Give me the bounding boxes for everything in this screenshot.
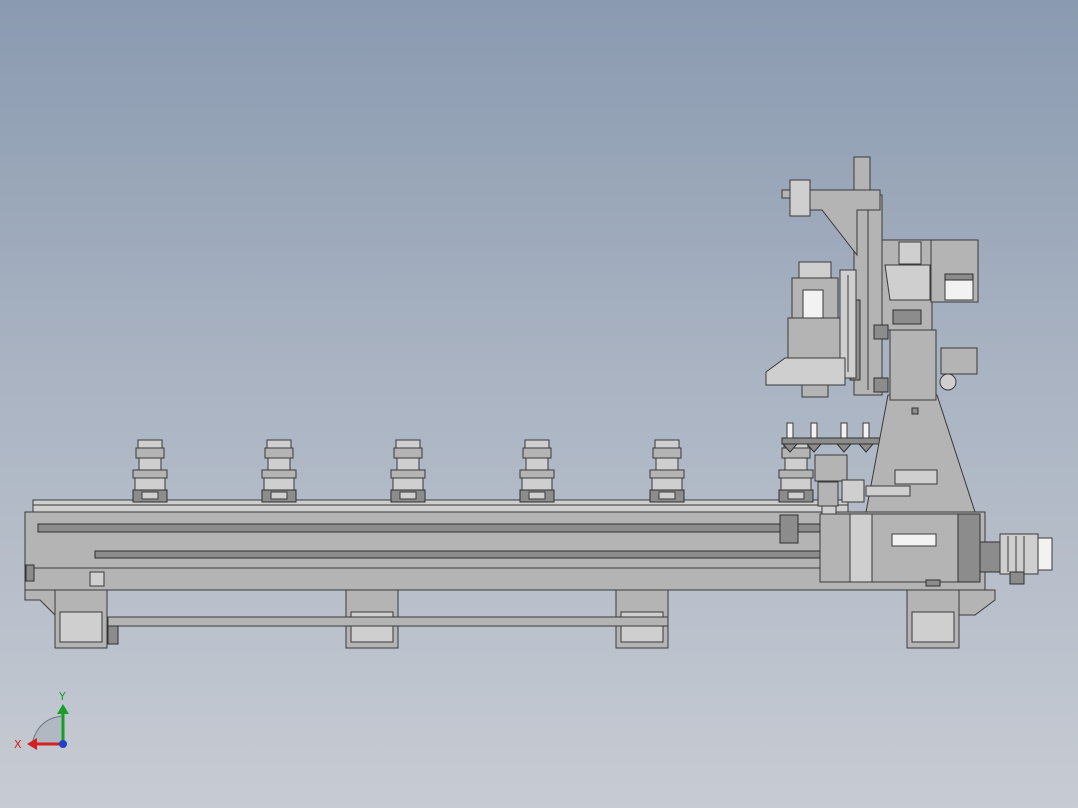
cross-beam <box>107 616 669 627</box>
work-holder <box>778 439 814 503</box>
control-box-strip <box>944 273 974 281</box>
work-holder <box>390 439 426 503</box>
motor-flange <box>979 541 1001 573</box>
y-axis-label: Y <box>58 690 66 703</box>
spindle-collet <box>801 384 829 398</box>
x-axis-label: X <box>14 738 22 751</box>
work-holder <box>519 439 555 503</box>
column-clamp <box>894 469 938 485</box>
bed-fitting <box>89 571 105 587</box>
column-block <box>898 241 922 265</box>
motor-mount <box>1009 571 1025 585</box>
coordinate-triad: Y X <box>14 690 69 751</box>
foot-left <box>24 589 56 617</box>
control-box-panel <box>944 279 974 301</box>
drive-side <box>957 513 981 583</box>
spindle-base <box>765 357 846 386</box>
spindle-motor-cap <box>798 261 832 281</box>
beam-bracket <box>107 625 119 645</box>
foot-right <box>958 589 996 616</box>
motor-body <box>999 533 1039 575</box>
drive-foot <box>925 579 941 587</box>
guide-slot-lower <box>94 550 851 559</box>
x-axis-arrow-icon <box>27 738 37 750</box>
control-boxes <box>930 239 979 391</box>
drive-housing <box>819 513 981 583</box>
leg-left-inner <box>59 611 103 643</box>
spindle-housing <box>787 317 843 363</box>
tool-carriage <box>814 454 848 482</box>
drive-unit <box>819 513 1053 587</box>
column-body <box>889 329 937 401</box>
z-axis-dot <box>59 740 67 748</box>
arm-cylinder <box>789 179 811 217</box>
work-holder <box>261 439 297 503</box>
base-legs <box>24 589 996 649</box>
tool-rack-bar <box>781 437 883 445</box>
mast-knob <box>873 377 889 393</box>
column-bolt <box>911 407 919 415</box>
tool-spindle-stub <box>817 481 839 507</box>
leg-right-inner <box>911 611 955 643</box>
cad-viewport[interactable]: Y X <box>0 0 1078 808</box>
holder-row <box>132 439 814 503</box>
spindle-head <box>765 261 857 398</box>
control-box-knob <box>939 373 957 391</box>
carriage-block <box>841 479 865 503</box>
drive-panel <box>849 513 873 583</box>
motor-end-cap <box>1037 537 1053 571</box>
mast-knob <box>873 324 889 340</box>
control-box-lower <box>940 347 978 375</box>
sensor-bracket <box>779 514 799 544</box>
guide-slot-upper <box>37 523 839 533</box>
drive-label-plate <box>891 533 937 547</box>
y-axis-arrow-icon <box>57 704 69 714</box>
column-slide <box>865 485 911 497</box>
bed-end-cap <box>25 564 35 582</box>
work-holder <box>132 439 168 503</box>
column-bracket <box>884 264 931 301</box>
machine-drawing: Y X <box>14 156 1053 751</box>
column-joint <box>892 309 922 325</box>
work-holder <box>649 439 685 503</box>
